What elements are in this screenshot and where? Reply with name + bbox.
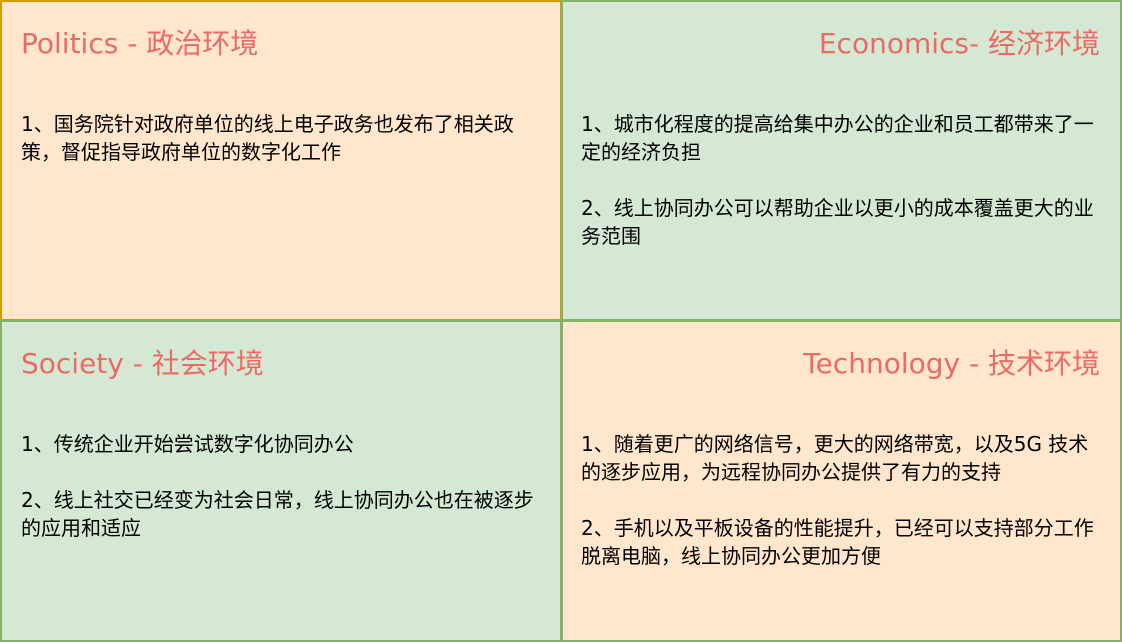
technology-title: Technology - 技术环境	[803, 347, 1100, 380]
economics-title: Economics- 经济环境	[818, 27, 1100, 60]
technology-quadrant: Technology - 技术环境 1、随着更广的网络信号，更大的网络带宽，以及…	[561, 320, 1122, 642]
society-item-1: 1、传统企业开始尝试数字化协同办公	[21, 432, 354, 456]
technology-item-2: 2、手机以及平板设备的性能提升，已经可以支持部分工作脱离电脑，线上协同办公更加方…	[581, 516, 1094, 568]
economics-item-1: 1、城市化程度的提高给集中办公的企业和员工都带来了一定的经济负担	[581, 112, 1094, 164]
society-item-2: 2、线上社交已经变为社会日常，线上协同办公也在被逐步的应用和适应	[21, 488, 534, 540]
pest-analysis-grid: Politics - 政治环境 1、国务院针对政府单位的线上电子政务也发布了相关…	[0, 0, 1122, 642]
economics-body: 1、城市化程度的提高给集中办公的企业和员工都带来了一定的经济负担 2、线上协同办…	[581, 110, 1100, 250]
technology-body: 1、随着更广的网络信号，更大的网络带宽，以及5G 技术的逐步应用，为远程协同办公…	[581, 430, 1100, 570]
society-title: Society - 社会环境	[21, 347, 264, 380]
economics-quadrant: Economics- 经济环境 1、城市化程度的提高给集中办公的企业和员工都带来…	[561, 0, 1122, 321]
society-quadrant: Society - 社会环境 1、传统企业开始尝试数字化协同办公 2、线上社交已…	[0, 320, 562, 642]
politics-quadrant: Politics - 政治环境 1、国务院针对政府单位的线上电子政务也发布了相关…	[0, 0, 562, 321]
society-body: 1、传统企业开始尝试数字化协同办公 2、线上社交已经变为社会日常，线上协同办公也…	[21, 430, 540, 542]
politics-item-1: 1、国务院针对政府单位的线上电子政务也发布了相关政策，督促指导政府单位的数字化工…	[21, 112, 514, 164]
politics-body: 1、国务院针对政府单位的线上电子政务也发布了相关政策，督促指导政府单位的数字化工…	[21, 110, 540, 166]
technology-item-1: 1、随着更广的网络信号，更大的网络带宽，以及5G 技术的逐步应用，为远程协同办公…	[581, 432, 1089, 484]
politics-title: Politics - 政治环境	[21, 27, 259, 60]
economics-item-2: 2、线上协同办公可以帮助企业以更小的成本覆盖更大的业务范围	[581, 196, 1094, 248]
